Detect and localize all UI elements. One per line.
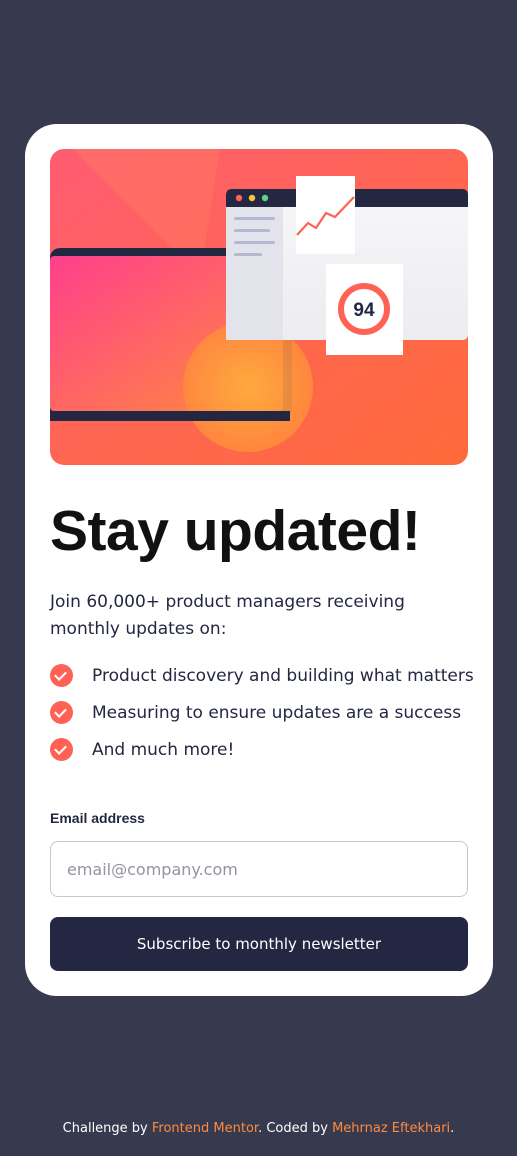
- attribution-suffix: .: [450, 1121, 455, 1136]
- subscribe-button[interactable]: Subscribe to monthly newsletter: [50, 917, 468, 971]
- signup-card: 94 Stay updated! Join 60,000+ product ma…: [25, 124, 493, 996]
- frontend-mentor-link[interactable]: Frontend Mentor: [152, 1121, 258, 1136]
- attribution-prefix: Challenge by: [62, 1121, 152, 1136]
- feature-text: Measuring to ensure updates are a succes…: [92, 702, 462, 723]
- list-item: And much more!: [50, 731, 474, 768]
- list-item: Measuring to ensure updates are a succes…: [50, 694, 474, 731]
- check-circle-icon: [50, 738, 73, 761]
- score-value: 94: [353, 300, 375, 321]
- check-circle-icon: [50, 701, 73, 724]
- email-field[interactable]: [50, 841, 468, 897]
- hero-illustration: 94: [50, 149, 468, 465]
- intro-text: Join 60,000+ product managers receiving …: [50, 592, 405, 639]
- email-label: Email address: [50, 810, 145, 826]
- feature-text: Product discovery and building what matt…: [92, 665, 474, 686]
- attribution-middle: . Coded by: [258, 1121, 333, 1136]
- feature-text: And much more!: [92, 739, 235, 760]
- feature-list: Product discovery and building what matt…: [50, 657, 474, 768]
- check-circle-icon: [50, 664, 73, 687]
- page-title: Stay updated!: [50, 499, 421, 563]
- list-item: Product discovery and building what matt…: [50, 657, 474, 694]
- attribution-footer: Challenge by Frontend Mentor. Coded by M…: [0, 1121, 517, 1136]
- author-link[interactable]: Mehrnaz Eftekhari: [332, 1121, 450, 1136]
